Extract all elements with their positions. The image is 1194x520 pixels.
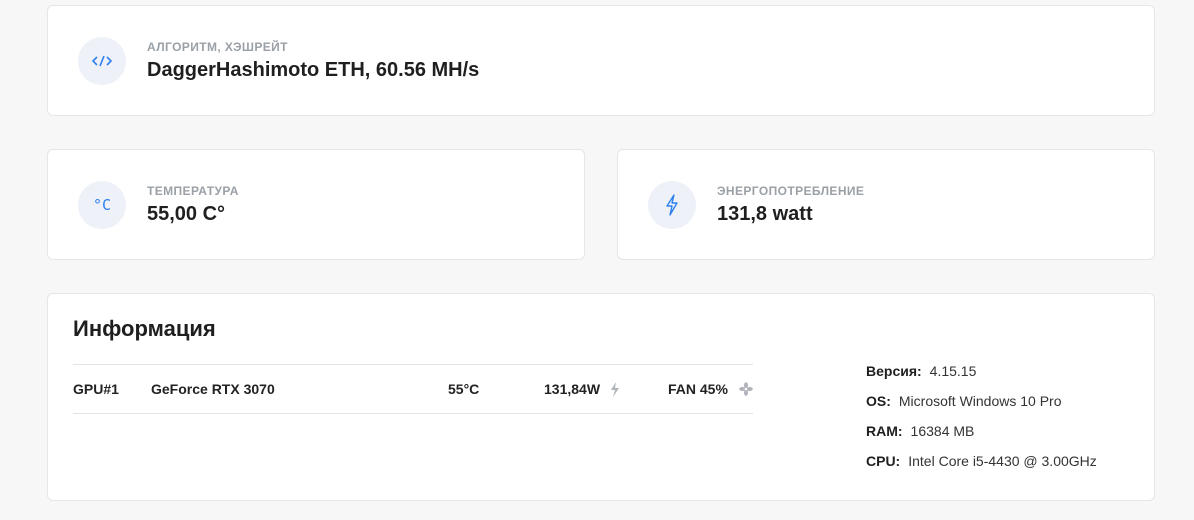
temperature-text: ТЕМПЕРАТУРА 55,00 C° [147, 184, 239, 226]
celsius-icon-container: °C [78, 180, 126, 229]
algorithm-label: АЛГОРИТМ, ХЭШРЕЙТ [147, 39, 288, 54]
info-card: Информация GPU#1 GeForce RTX 3070 55°C 1… [47, 293, 1155, 501]
gpu-name: GeForce RTX 3070 [151, 381, 275, 397]
system-ram: RAM: 16384 MB [866, 422, 1097, 452]
power-card: ЭНЕРГОПОТРЕБЛЕНИЕ 131,8 watt [617, 149, 1155, 260]
power-text: ЭНЕРГОПОТРЕБЛЕНИЕ 131,8 watt [717, 184, 864, 226]
system-version-key: Версия: [866, 363, 922, 379]
system-cpu-value: Intel Core i5-4430 @ 3.00GHz [908, 453, 1097, 469]
system-ram-key: RAM: [866, 423, 903, 439]
gpu-fan: FAN 45% [668, 381, 728, 397]
power-label: ЭНЕРГОПОТРЕБЛЕНИЕ [717, 183, 865, 198]
lightning-icon-container [648, 180, 696, 229]
system-os: OS: Microsoft Windows 10 Pro [866, 392, 1097, 422]
system-os-value: Microsoft Windows 10 Pro [898, 393, 1062, 409]
system-version-value: 4.15.15 [929, 363, 977, 379]
system-info: Версия: 4.15.15 OS: Microsoft Windows 10 P… [866, 362, 1097, 482]
gpu-temp: 55°C [448, 381, 480, 397]
celsius-icon: °C [92, 195, 112, 214]
system-cpu-key: CPU: [866, 453, 901, 469]
temperature-label: ТЕМПЕРАТУРА [147, 183, 239, 198]
algorithm-card: АЛГОРИТМ, ХЭШРЕЙТ DaggerHashimoto ETH, 6… [47, 5, 1155, 116]
code-icon [91, 55, 113, 66]
temperature-value: 55,00 C° [147, 202, 226, 225]
gpu-power: 131,84W [544, 381, 601, 397]
system-version: Версия: 4.15.15 [866, 362, 1097, 392]
system-ram-value: 16384 MB [910, 423, 975, 439]
algorithm-value: DaggerHashimoto ETH, 60.56 MH/s [147, 58, 480, 81]
gpu-row: GPU#1 GeForce RTX 3070 55°C 131,84W FAN … [73, 364, 753, 414]
algorithm-text: АЛГОРИТМ, ХЭШРЕЙТ DaggerHashimoto ETH, 6… [147, 40, 479, 82]
fan-icon [739, 382, 753, 396]
lightning-small-icon [611, 382, 619, 397]
info-title: Информация [73, 316, 216, 341]
temperature-card: °C ТЕМПЕРАТУРА 55,00 C° [47, 149, 585, 260]
system-os-key: OS: [866, 393, 891, 409]
power-value: 131,8 watt [717, 202, 813, 225]
lightning-icon [666, 193, 678, 216]
code-icon-container [78, 36, 126, 85]
gpu-id: GPU#1 [73, 381, 119, 397]
system-cpu: CPU: Intel Core i5-4430 @ 3.00GHz [866, 452, 1097, 482]
